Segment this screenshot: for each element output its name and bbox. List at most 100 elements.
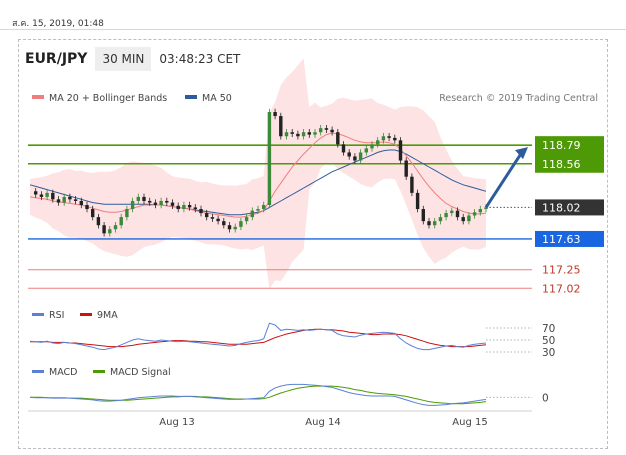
macd-zero-label: 0 [542,392,549,404]
candle-body [313,132,317,135]
candle-body [279,116,283,137]
candle-body [250,210,255,218]
candle-body [381,136,386,141]
legend-9ma-label: 9MA [97,310,118,321]
candle-body [398,140,403,161]
candle-body [455,210,460,218]
rsi-level-label: 30 [542,347,555,359]
candle-body [33,191,38,195]
candle-body [233,226,237,230]
candle-body [125,209,129,218]
candle-body [330,129,334,133]
candle-body [147,200,152,203]
candle-body [461,217,465,222]
level-tag-label: 118.02 [542,201,581,214]
rsi-level-label: 50 [542,335,555,347]
candle-body [467,215,471,222]
candle-body [387,136,391,138]
candle-body [410,176,414,193]
candle-body [267,112,272,205]
candle-body [261,205,266,210]
candle-body [68,196,72,200]
candle-body [199,209,203,214]
resistance-tag-label: 118.79 [542,139,581,152]
legend-ma50-swatch [185,95,197,99]
candle-body [96,217,101,226]
x-tick-label: Aug 14 [305,417,340,428]
candle-body [130,200,135,210]
candle-body [438,217,443,222]
candle-body [450,210,454,214]
candle-body [244,217,249,222]
candle-body [444,213,448,218]
candle-body [364,148,369,153]
level-tag-label: 117.63 [542,233,581,246]
candle-body [204,213,209,218]
candle-body [108,229,112,234]
candle-body [170,202,175,206]
candle-body [182,205,186,210]
candle-body [273,112,277,117]
candle-body [119,217,123,226]
macd-panel: 0 [29,383,549,406]
legend-9ma-swatch [80,313,92,316]
candle-body [165,200,169,203]
legend-rsi-swatch [32,313,44,316]
candle-body [73,199,78,201]
candle-body [284,132,289,137]
candle-body [85,205,89,210]
legend-macd-signal-label: MACD Signal [110,367,171,378]
candle-body [142,196,146,201]
candle-body [290,132,294,134]
candle-body [210,217,215,219]
legend-ma20-label: MA 20 + Bollinger Bands [49,93,167,104]
support-level-label: 117.25 [542,264,581,277]
candle-body [216,218,220,222]
candle-body [256,209,260,211]
candle-body [187,205,192,208]
candle-body [153,202,158,205]
candle-body [353,156,357,161]
resistance-tag-label: 118.56 [542,158,581,171]
legend-ma20-swatch [32,95,44,99]
candle-body [375,140,380,145]
legend-macd-swatch [32,370,44,373]
x-tick-label: Aug 15 [452,417,487,428]
support-level-label: 117.02 [542,282,581,295]
rsi-panel: 705030 [29,322,555,359]
candle-body [472,212,477,216]
candle-body [347,152,351,157]
legend-macd-label: MACD [49,367,77,378]
legend-macd-signal-swatch [93,370,105,373]
candle-body [370,144,374,149]
candle-body [421,209,426,222]
candle-body [56,199,61,203]
candle-body [51,192,55,200]
candle-body [159,200,163,205]
legend-rsi-label: RSI [49,310,64,321]
candle-body [90,209,95,218]
candle-body [39,194,44,197]
candle-body [318,128,323,133]
candle-body [176,205,180,210]
candle-body [222,221,226,226]
macd-line [29,383,487,406]
candle-body [296,133,300,137]
rsi-9ma-line [30,328,487,348]
candle-body [393,137,397,141]
candle-body [193,207,198,210]
candle-body [427,221,431,226]
watermark: Research © 2019 Trading Central [439,93,598,104]
candle-body [113,225,118,230]
candle-body [136,196,141,201]
candle-body [301,132,306,137]
candle-body [432,221,437,226]
candle-body [307,132,312,135]
candle-body [404,160,408,177]
candle-body [239,221,243,227]
candle-body [102,225,106,234]
candle-body [415,192,420,210]
candle-body [478,209,483,213]
candle-body [227,225,232,230]
rsi-level-label: 70 [542,323,555,335]
